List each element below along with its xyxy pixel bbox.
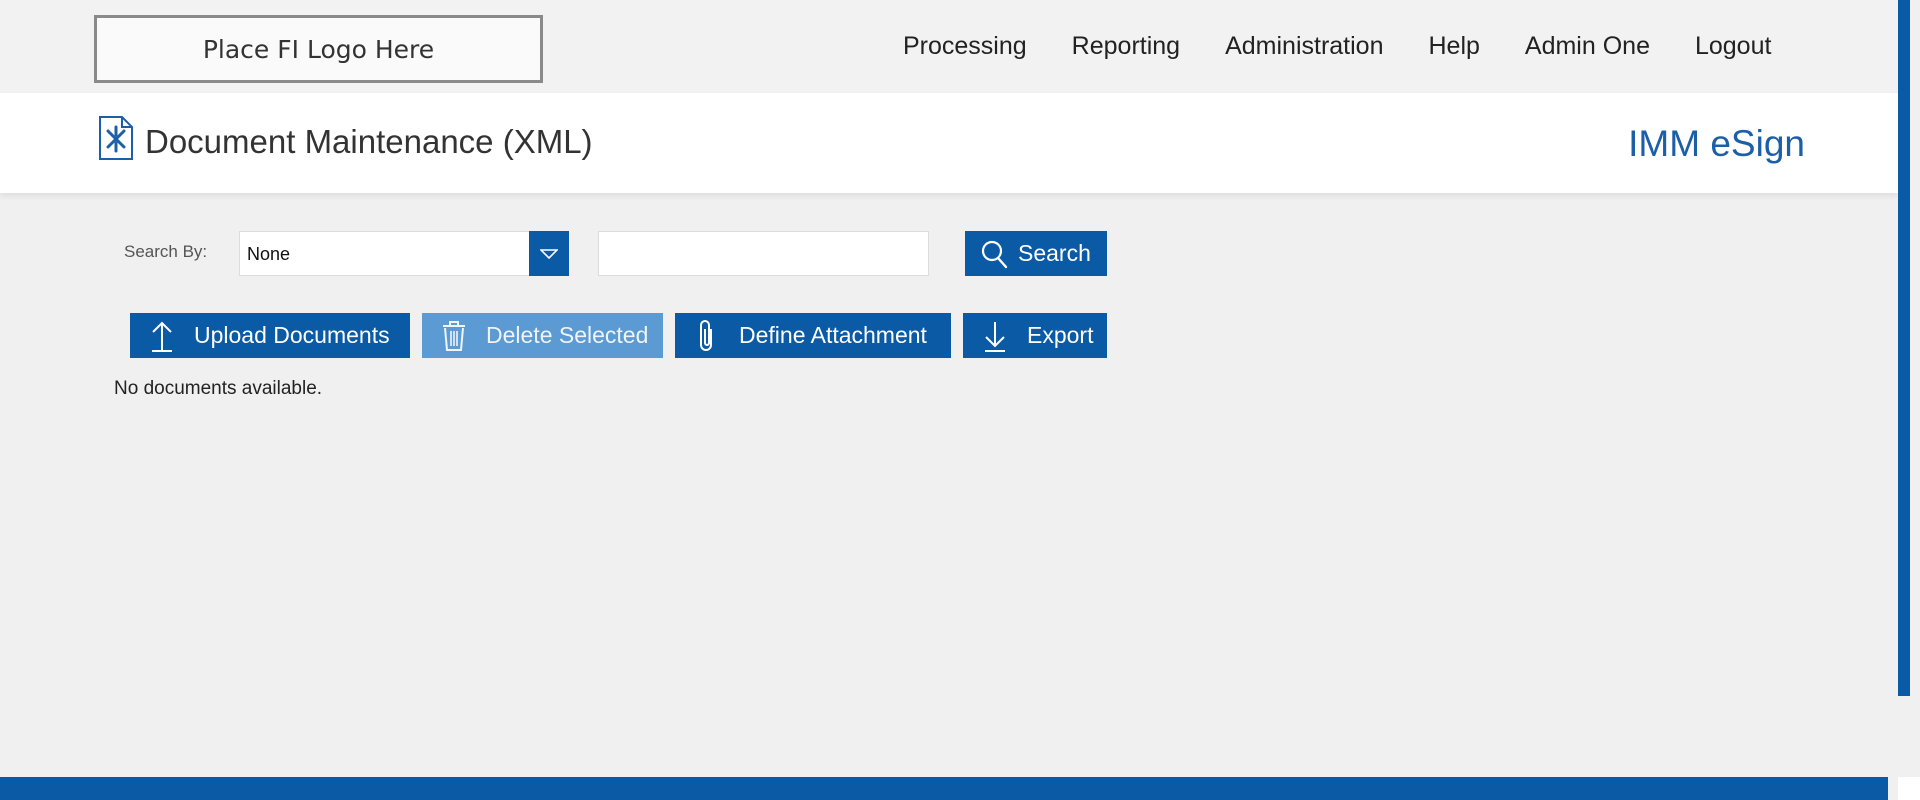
title-band: Document Maintenance (XML) IMM eSign [0, 93, 1898, 193]
nav-help[interactable]: Help [1428, 32, 1479, 61]
nav-logout[interactable]: Logout [1695, 32, 1771, 61]
delete-selected-button[interactable]: Delete Selected [422, 313, 663, 358]
fi-logo-placeholder[interactable]: Place FI Logo Here [94, 15, 543, 83]
search-by-label: Search By: [124, 242, 208, 261]
nav-administration[interactable]: Administration [1225, 32, 1383, 61]
arrow-down-icon [977, 318, 1013, 354]
nav-reporting[interactable]: Reporting [1072, 32, 1180, 61]
page: Place FI Logo Here Processing Reporting … [0, 0, 1920, 800]
search-input[interactable] [598, 231, 929, 276]
search-by-selected-value: None [247, 244, 291, 264]
export-button[interactable]: Export [963, 313, 1107, 358]
upload-documents-button[interactable]: Upload Documents [130, 313, 410, 358]
empty-state-message: No documents available. [114, 378, 323, 399]
search-button[interactable]: Search [965, 231, 1107, 276]
corner-filler [1898, 777, 1920, 800]
page-title: Document Maintenance (XML) [145, 123, 593, 160]
delete-selected-label: Delete Selected [486, 322, 649, 348]
upload-documents-label: Upload Documents [194, 322, 390, 348]
search-button-label: Search [1018, 240, 1091, 266]
top-header: Place FI Logo Here Processing Reporting … [0, 0, 1898, 93]
top-navigation: Processing Reporting Administration Help… [903, 32, 1816, 61]
magnifier-icon [981, 240, 1008, 268]
chevron-down-icon [540, 248, 558, 259]
product-brand: IMM eSign [1628, 123, 1805, 164]
scrollbar-track[interactable] [1898, 0, 1910, 696]
arrow-up-icon [144, 318, 180, 354]
nav-processing[interactable]: Processing [903, 32, 1027, 61]
paperclip-icon [689, 318, 725, 354]
dropdown-toggle[interactable] [529, 231, 569, 276]
footer-bar [0, 777, 1888, 800]
define-attachment-button[interactable]: Define Attachment [675, 313, 951, 358]
right-edge [1910, 0, 1920, 800]
define-attachment-label: Define Attachment [739, 322, 927, 348]
export-label: Export [1027, 322, 1094, 348]
document-tools-icon [99, 116, 133, 160]
nav-user-admin-one[interactable]: Admin One [1525, 32, 1650, 61]
search-by-select[interactable]: None [239, 231, 569, 276]
trash-icon [436, 318, 472, 354]
